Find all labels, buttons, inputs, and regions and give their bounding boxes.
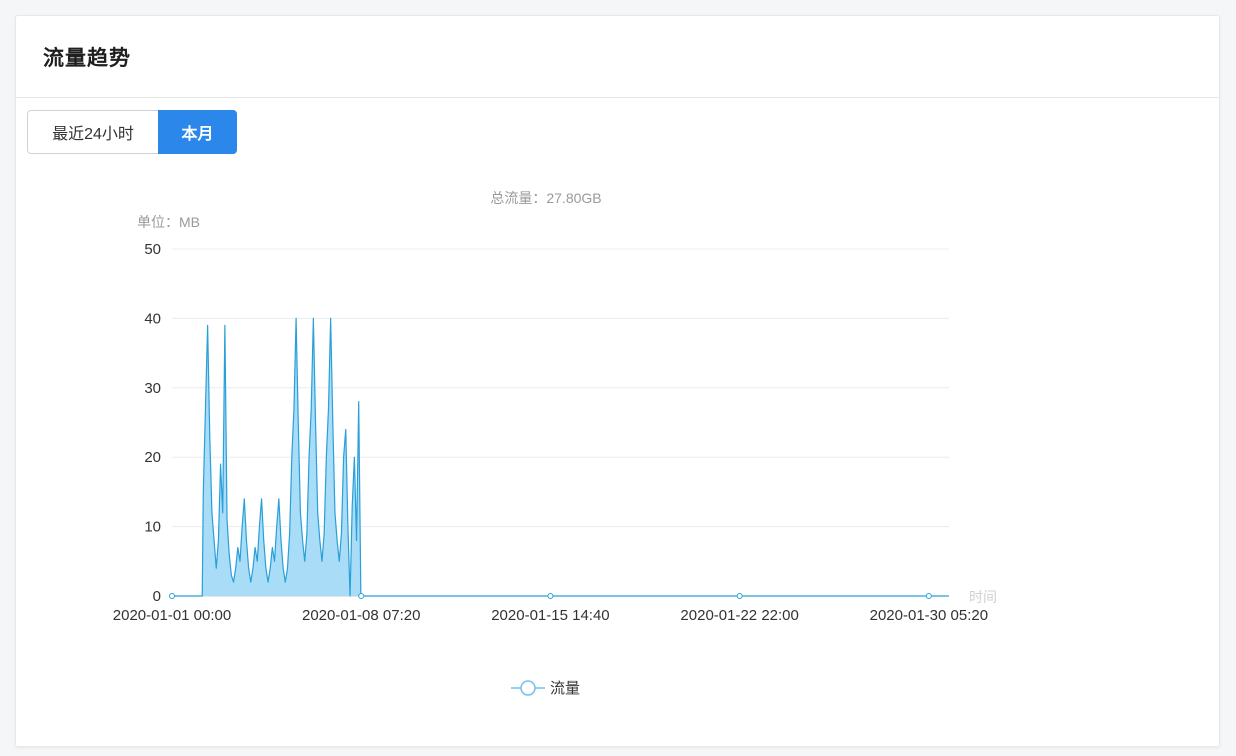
x-tick-label: 2020-01-15 14:40 [491,607,609,624]
y-tick-label: 0 [153,588,161,605]
legend-label: 流量 [550,680,580,697]
chart-summary-label: 总流量：27.80GB [490,190,601,206]
legend-marker-circle [520,680,536,696]
y-tick-label: 40 [144,310,161,327]
y-tick-label: 10 [144,519,161,536]
x-tick-label: 2020-01-01 00:00 [113,607,231,624]
y-tick-label: 20 [144,449,161,466]
y-tick-label: 30 [144,380,161,397]
x-axis-ticks: 2020-01-01 00:00 2020-01-08 07:20 2020-01-… [113,593,988,624]
y-unit-label: 单位：MB [137,214,200,230]
x-tick-marker [736,593,743,599]
x-tick-marker [925,593,932,599]
legend[interactable]: 流量 [511,680,580,697]
x-tick-label: 2020-01-22 22:00 [680,607,798,624]
x-tick-marker [169,593,175,599]
y-tick-label: 50 [144,241,161,258]
x-axis-label: 时间 [969,589,997,605]
x-tick-marker [547,593,554,599]
traffic-chart: 总流量：27.80GB 单位：MB 0 10 20 30 40 50 2020-01-01… [113,190,997,697]
y-axis-ticks: 0 10 20 30 40 50 [144,241,161,605]
x-tick-label: 2020-01-08 07:20 [302,607,420,624]
x-tick-marker [358,593,365,599]
x-tick-label: 2020-01-30 05:20 [870,607,988,624]
